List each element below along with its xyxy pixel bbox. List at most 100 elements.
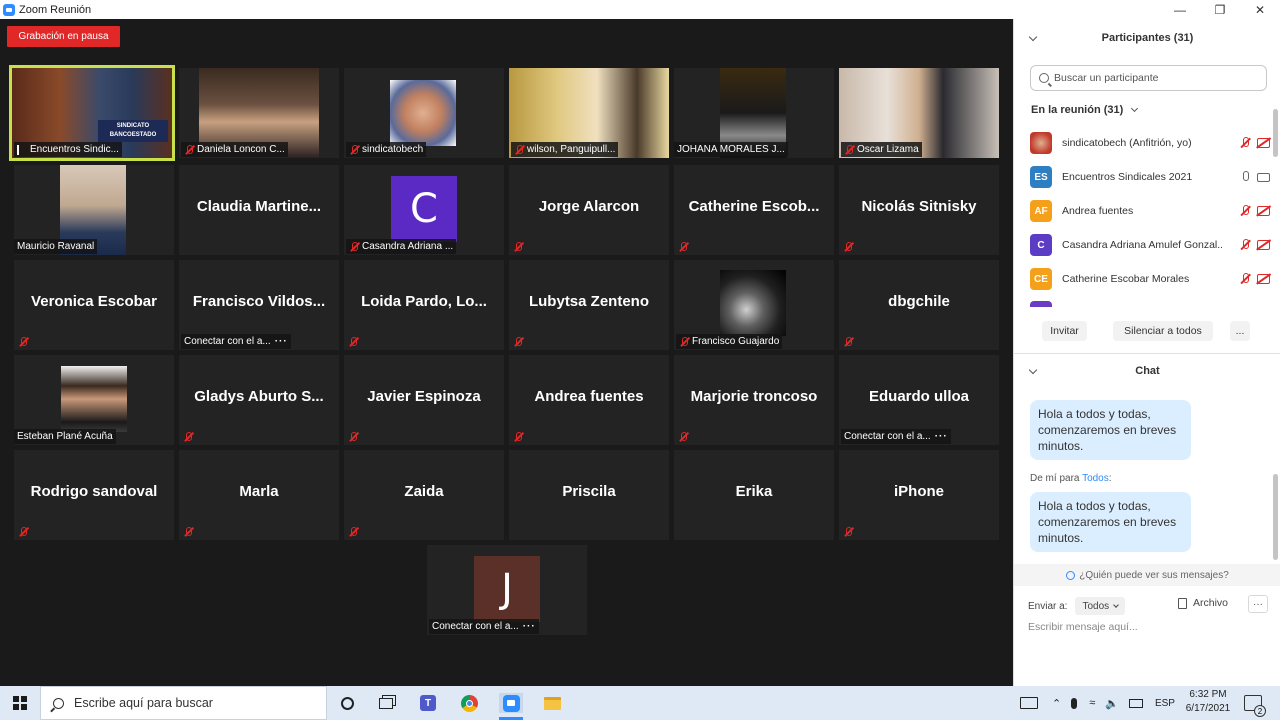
video-tile[interactable]: Francisco Vildos... Conectar con el a...… <box>179 260 339 350</box>
recording-paused-badge[interactable]: Grabación en pausa <box>7 26 120 47</box>
video-tile[interactable]: wilson, Panguipull... <box>509 68 669 158</box>
microphone-icon[interactable] <box>1071 697 1078 709</box>
mic-muted-icon[interactable] <box>1239 205 1251 217</box>
video-tile[interactable]: Mauricio Ravanal <box>14 165 174 255</box>
cortana-icon[interactable] <box>337 693 357 713</box>
video-tile[interactable]: Veronica Escobar <box>14 260 174 350</box>
participant-search-input[interactable]: Buscar un participante <box>1030 65 1267 91</box>
mic-muted-icon[interactable] <box>1239 239 1251 251</box>
video-tile[interactable]: J Conectar con el a... ··· <box>427 545 587 635</box>
more-options-button[interactable]: ... <box>1230 321 1250 341</box>
connecting-dots-icon: ··· <box>274 336 288 347</box>
minimize-button[interactable]: — <box>1160 0 1200 19</box>
volume-icon[interactable]: 🔈 <box>1105 697 1119 710</box>
close-button[interactable]: ✕ <box>1240 0 1280 19</box>
video-tile[interactable]: Marla <box>179 450 339 540</box>
chat-more-button[interactable]: ··· <box>1248 595 1268 613</box>
notification-count-badge: 2 <box>1254 705 1266 717</box>
video-off-icon[interactable] <box>1257 240 1270 250</box>
mic-muted-icon[interactable] <box>1239 273 1251 285</box>
send-to-select[interactable]: Todos <box>1075 597 1126 615</box>
mic-muted-icon <box>348 527 358 537</box>
video-off-icon[interactable] <box>1257 274 1270 284</box>
chevron-up-icon[interactable]: ⌃ <box>1052 697 1061 710</box>
side-panel: Participantes (31) Buscar un participant… <box>1013 19 1280 686</box>
video-tile[interactable]: Daniela Loncon C... <box>179 68 339 158</box>
participant-row[interactable]: CE Catherine Escobar Morales <box>1030 267 1270 291</box>
participant-name: dbgchile <box>888 293 950 310</box>
zoom-taskbar-icon[interactable] <box>499 693 523 713</box>
video-tile[interactable]: Rodrigo sandoval <box>14 450 174 540</box>
video-tile[interactable]: sindicatobech <box>344 68 504 158</box>
windows-logo-icon <box>13 696 27 710</box>
mute-all-button[interactable]: Silenciar a todos <box>1113 321 1213 341</box>
participant-row[interactable]: C Casandra Adriana Amulef Gonzal... <box>1030 233 1270 257</box>
video-tile[interactable]: Andrea fuentes <box>509 355 669 445</box>
video-off-icon[interactable] <box>1257 206 1270 216</box>
taskbar-search-input[interactable]: Escribe aquí para buscar <box>40 686 327 720</box>
chevron-down-icon[interactable] <box>1028 365 1038 375</box>
video-tile[interactable]: Erika <box>674 450 834 540</box>
mic-muted-icon[interactable] <box>1239 137 1251 149</box>
battery-icon[interactable] <box>1128 698 1143 708</box>
clock[interactable]: 6:32 PM 6/17/2021 <box>1178 688 1238 716</box>
participant-name: Erika <box>735 483 773 500</box>
participant-name: Rodrigo sandoval <box>30 483 158 500</box>
chevron-down-icon[interactable] <box>1028 32 1038 42</box>
video-tile[interactable]: Lubytsa Zenteno <box>509 260 669 350</box>
language-indicator[interactable]: ESP <box>1155 698 1175 709</box>
video-tile[interactable]: Jorge Alarcon <box>509 165 669 255</box>
video-tile[interactable]: Catherine Escob... <box>674 165 834 255</box>
video-tile[interactable]: Priscila <box>509 450 669 540</box>
participant-row[interactable]: sindicatobech (Anfitrión, yo) <box>1030 131 1270 155</box>
video-off-icon[interactable] <box>1257 138 1270 148</box>
teams-icon[interactable]: T <box>418 693 438 713</box>
video-tile[interactable]: Marjorie troncoso <box>674 355 834 445</box>
recipient-link[interactable]: Todos <box>1082 473 1109 484</box>
participants-scrollbar[interactable] <box>1273 109 1278 157</box>
video-tile[interactable]: Zaida <box>344 450 504 540</box>
keyboard-icon[interactable] <box>1020 697 1038 709</box>
connecting-dots-icon: ··· <box>522 621 536 632</box>
start-button[interactable] <box>0 686 40 720</box>
who-can-see-messages-link[interactable]: ¿Quién puede ver sus mensajes? <box>1014 564 1280 586</box>
profile-picture <box>390 80 456 146</box>
participant-name: Casandra Adriana Amulef Gonzal... <box>1062 239 1222 251</box>
file-explorer-icon[interactable] <box>542 693 562 713</box>
invite-button[interactable]: Invitar <box>1042 321 1087 341</box>
video-tile[interactable]: Eduardo ulloa Conectar con el a... ··· <box>839 355 999 445</box>
video-tile[interactable]: Gladys Aburto S... <box>179 355 339 445</box>
maximize-button[interactable]: ❐ <box>1200 0 1240 19</box>
chat-message-input[interactable]: Escribir mensaje aquí... <box>1028 621 1138 633</box>
avatar: J <box>474 556 540 622</box>
video-tile[interactable]: Francisco Guajardo <box>674 260 834 350</box>
participant-label: Conectar con el a... ··· <box>181 334 291 349</box>
mic-muted-icon <box>678 432 688 442</box>
task-view-icon[interactable] <box>376 693 396 713</box>
video-tile[interactable]: Claudia Martine... <box>179 165 339 255</box>
video-icon[interactable] <box>1257 172 1270 182</box>
participant-name: Loida Pardo, Lo... <box>361 293 487 310</box>
participant-row[interactable]: AF Andrea fuentes <box>1030 199 1270 223</box>
video-tile[interactable]: iPhone <box>839 450 999 540</box>
video-tile[interactable]: Esteban Plané Acuña <box>14 355 174 445</box>
participants-header[interactable]: Participantes (31) <box>1014 19 1280 57</box>
chat-scrollbar[interactable] <box>1273 474 1278 560</box>
video-tile[interactable]: C Casandra Adriana ... <box>344 165 504 255</box>
video-tile[interactable]: JOHANA MORALES J... <box>674 68 834 158</box>
chat-header[interactable]: Chat <box>1014 357 1280 385</box>
mic-icon[interactable] <box>1239 171 1251 183</box>
file-button[interactable]: Archivo <box>1178 597 1228 609</box>
participant-label: sindicatobech <box>346 142 427 157</box>
mic-muted-icon <box>843 337 853 347</box>
wifi-icon[interactable]: ≈ <box>1089 697 1095 709</box>
participant-row[interactable]: ES Encuentros Sindicales 2021 <box>1030 165 1270 189</box>
video-tile[interactable]: dbgchile <box>839 260 999 350</box>
video-tile[interactable]: Oscar Lizama <box>839 68 999 158</box>
video-tile[interactable]: Loida Pardo, Lo... <box>344 260 504 350</box>
in-meeting-toggle[interactable]: En la reunión (31) <box>1031 104 1139 116</box>
video-tile[interactable]: SINDICATO BANCOESTADO Encuentros Sindic.… <box>9 65 175 161</box>
video-tile[interactable]: Javier Espinoza <box>344 355 504 445</box>
chrome-icon[interactable] <box>459 693 479 713</box>
video-tile[interactable]: Nicolás Sitnisky <box>839 165 999 255</box>
